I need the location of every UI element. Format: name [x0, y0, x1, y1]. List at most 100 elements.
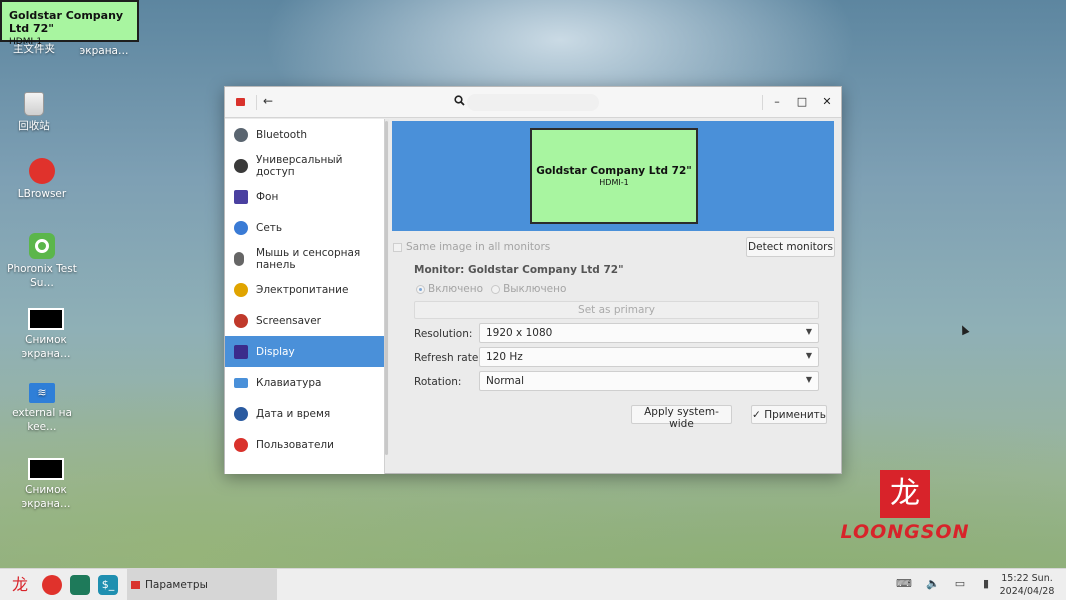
detect-monitors-button[interactable]: Detect monitors	[746, 237, 835, 257]
task-item-settings[interactable]: Параметры	[127, 569, 277, 600]
monitor-osd-label: Goldstar Company Ltd 72" HDMI-1	[0, 0, 139, 47]
phoronix-icon	[29, 233, 55, 259]
start-menu-icon[interactable]: 龙	[10, 575, 30, 595]
accessibility-icon	[234, 158, 248, 173]
apply-system-wide-button[interactable]: Apply system-wide	[631, 405, 732, 430]
rotation-label: Rotation:	[414, 376, 462, 388]
keyboard-icon	[234, 377, 248, 388]
screenshot-icon	[28, 458, 64, 480]
taskbar: 龙 $_ Параметры ⌨ 🔈 ▭ ▮ 15:22 Sun. 2024/0…	[0, 568, 1066, 600]
refresh-rate-label: Refresh rate:	[414, 352, 482, 364]
osd-monitor-name: Goldstar Company Ltd 72"	[9, 9, 124, 35]
desktop-icon-screenshot-2[interactable]: Снимок экрана…	[6, 458, 86, 511]
settings-sidebar: Bluetooth Универсальный доступ Фон Сеть …	[225, 119, 385, 474]
sidebar-item-label: Фон	[256, 190, 279, 203]
network-folder-icon: ≋	[29, 383, 55, 403]
sidebar-item-display[interactable]: Display	[225, 336, 384, 367]
monitor-preview-box[interactable]: Goldstar Company Ltd 72" HDMI-1	[530, 128, 698, 224]
lock-icon	[234, 313, 248, 328]
desktop-icon-label: Phoronix Test Su…	[7, 263, 77, 289]
sidebar-item-label: Мышь и сенсорная панель	[256, 246, 361, 271]
close-icon[interactable]: ✕	[820, 95, 834, 109]
chevron-down-icon: ▼	[805, 375, 812, 384]
loongson-logo: 龙 LOONGSON	[829, 470, 981, 544]
desktop-icon-label: Снимок экрана…	[21, 334, 71, 360]
set-primary-button[interactable]: Set as primary	[414, 301, 819, 319]
scrollbar-thumb[interactable]	[385, 121, 388, 455]
clock[interactable]: 15:22 Sun. 2024/04/28	[999, 572, 1055, 598]
sidebar-item-label: Сеть	[256, 221, 283, 234]
sidebar-item-bluetooth[interactable]: Bluetooth	[225, 119, 384, 150]
loongson-wordmark: LOONGSON	[840, 521, 970, 543]
sidebar-scrollbar[interactable]	[385, 119, 389, 455]
same-image-label: Same image in all monitors	[406, 241, 551, 253]
on-label: Включено	[428, 283, 484, 295]
screenshot-icon	[28, 308, 64, 330]
apply-button[interactable]: ✓ Применить	[751, 405, 827, 424]
same-image-checkbox[interactable]	[393, 242, 402, 252]
display-panel: Goldstar Company Ltd 72" HDMI-1 Same ima…	[390, 119, 842, 474]
desktop-icon-lbrowser[interactable]: LBrowser	[2, 158, 82, 201]
sidebar-item-users[interactable]: Пользователи	[225, 429, 384, 460]
clock-date: 2024/04/28	[999, 586, 1055, 597]
preview-port: HDMI-1	[599, 178, 629, 187]
maximize-icon[interactable]: □	[795, 95, 809, 109]
keyboard-layout-icon[interactable]: ⌨	[896, 577, 912, 591]
rotation-value: Normal	[486, 375, 524, 387]
divider	[256, 95, 257, 110]
sidebar-item-label: Пользователи	[256, 438, 334, 451]
lbrowser-icon[interactable]	[42, 575, 62, 595]
sidebar-item-keyboard[interactable]: Клавиатура	[225, 367, 384, 398]
desktop-icon-label: LBrowser	[17, 188, 67, 200]
chevron-down-icon: ▼	[805, 351, 812, 360]
desktop-icon-label: external на kee…	[12, 407, 72, 433]
desktop-icon-screenshot-1[interactable]: Снимок экрана…	[6, 308, 86, 361]
network-icon[interactable]: ▭	[952, 577, 968, 591]
desktop-icon-phoronix[interactable]: Phoronix Test Su…	[2, 233, 82, 290]
mouse-icon	[234, 251, 244, 266]
clock-time: 15:22 Sun.	[1001, 573, 1053, 584]
back-arrow-icon[interactable]: ←	[263, 94, 273, 108]
same-image-row: Same image in all monitors	[393, 241, 550, 253]
mouse-cursor-icon	[958, 323, 970, 336]
desktop-icon-network-folder[interactable]: ≋ external на kee…	[2, 383, 82, 434]
on-radio[interactable]	[416, 284, 425, 294]
title-bar: ← – □ ✕	[225, 87, 841, 118]
refresh-rate-value: 120 Hz	[486, 351, 523, 363]
chevron-down-icon: ▼	[805, 327, 812, 336]
user-icon	[234, 437, 248, 452]
display-icon	[234, 344, 248, 359]
sidebar-item-background[interactable]: Фон	[225, 181, 384, 212]
sidebar-item-datetime[interactable]: Дата и время	[225, 398, 384, 429]
monitor-title: Monitor: Goldstar Company Ltd 72"	[414, 264, 624, 276]
settings-app-icon	[131, 580, 140, 589]
resolution-label: Resolution:	[414, 328, 473, 340]
osd-port: HDMI-1	[9, 37, 43, 47]
minimize-icon[interactable]: –	[770, 95, 784, 109]
search-input[interactable]	[467, 94, 599, 111]
off-radio[interactable]	[491, 284, 501, 294]
file-manager-icon[interactable]	[70, 575, 90, 595]
sidebar-item-label: Электропитание	[256, 283, 349, 296]
refresh-rate-select[interactable]: 120 Hz ▼	[479, 347, 819, 367]
trash-icon	[24, 92, 44, 116]
sidebar-item-power[interactable]: Электропитание	[225, 274, 384, 305]
sidebar-item-network[interactable]: Сеть	[225, 212, 384, 243]
desktop-icon-label: Снимок экрана…	[21, 484, 71, 510]
sidebar-item-screensaver[interactable]: Screensaver	[225, 305, 384, 336]
sidebar-item-label: Клавиатура	[256, 376, 322, 389]
resolution-select[interactable]: 1920 x 1080 ▼	[479, 323, 819, 343]
desktop-icon-trash[interactable]: 回收站	[0, 92, 74, 133]
background-icon	[234, 189, 248, 204]
battery-icon[interactable]: ▮	[978, 577, 994, 591]
monitor-preview-area: Goldstar Company Ltd 72" HDMI-1	[392, 121, 834, 231]
power-icon	[234, 282, 248, 297]
resolution-value: 1920 x 1080	[486, 327, 553, 339]
sidebar-item-label: Display	[256, 345, 295, 358]
sidebar-item-accessibility[interactable]: Универсальный доступ	[225, 150, 384, 181]
lbrowser-icon	[29, 158, 55, 184]
terminal-icon[interactable]: $_	[98, 575, 118, 595]
sidebar-item-mouse[interactable]: Мышь и сенсорная панель	[225, 243, 384, 274]
volume-icon[interactable]: 🔈	[925, 577, 941, 591]
rotation-select[interactable]: Normal ▼	[479, 371, 819, 391]
